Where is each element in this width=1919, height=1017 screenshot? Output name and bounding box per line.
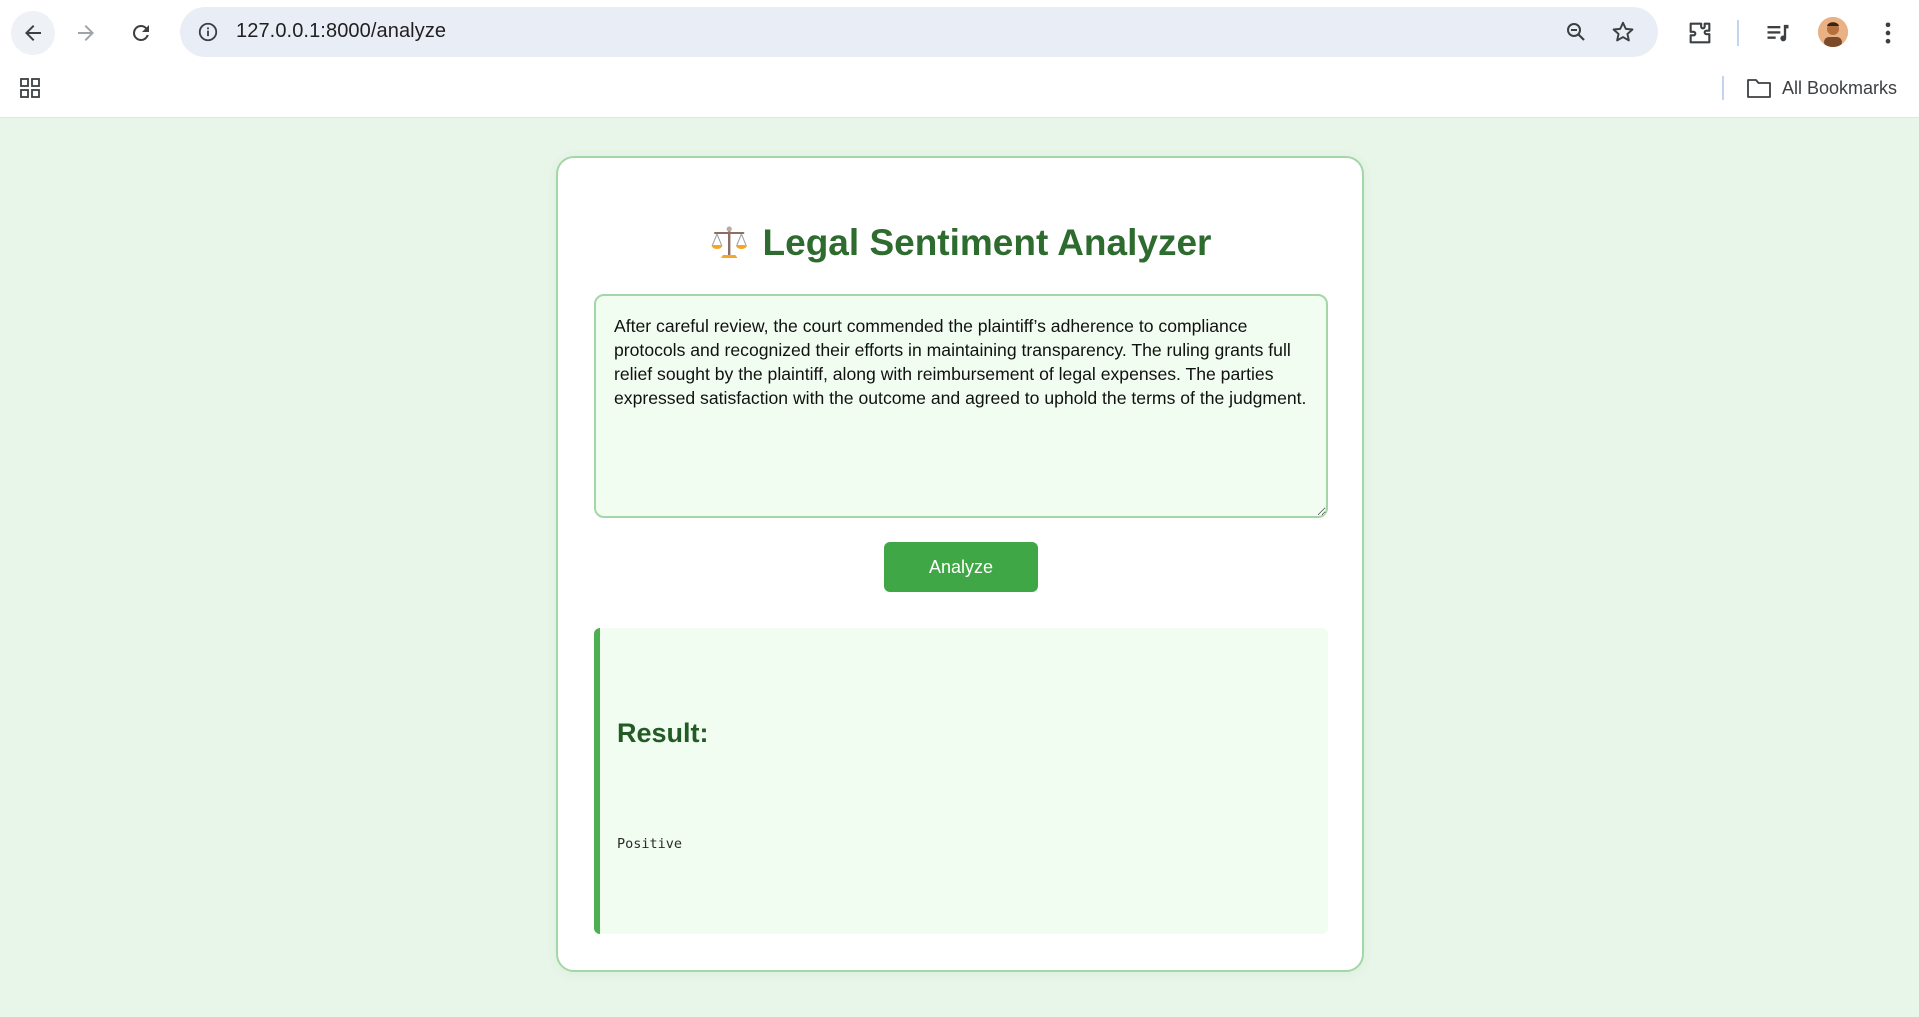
scales-icon <box>711 226 747 258</box>
all-bookmarks-button[interactable]: All Bookmarks <box>1746 73 1897 103</box>
reload-button[interactable] <box>119 11 163 55</box>
media-controls-icon[interactable] <box>1764 19 1792 47</box>
info-icon <box>198 22 218 42</box>
bookmarks-bar: All Bookmarks <box>0 68 1919 108</box>
url-text[interactable]: 127.0.0.1:8000/analyze <box>236 20 446 43</box>
browser-toolbar: 127.0.0.1:8000/analyze <box>0 0 1919 64</box>
forward-button[interactable] <box>64 11 108 55</box>
page-title-text: Legal Sentiment Analyzer <box>762 222 1212 263</box>
bookmark-star-icon[interactable] <box>1610 19 1636 45</box>
analyzer-card: Legal Sentiment Analyzer After careful r… <box>556 156 1364 972</box>
page-title: Legal Sentiment Analyzer <box>558 222 1362 264</box>
folder-icon <box>1747 79 1771 98</box>
result-panel: Result: Positive <box>594 628 1328 934</box>
back-button[interactable] <box>11 11 55 55</box>
apps-grid-icon[interactable] <box>18 76 42 100</box>
zoom-out-icon[interactable] <box>1564 20 1588 44</box>
profile-avatar[interactable] <box>1818 17 1848 47</box>
result-heading: Result: <box>617 718 709 748</box>
extensions-icon[interactable] <box>1686 19 1714 47</box>
analyze-button[interactable]: Analyze <box>884 542 1038 592</box>
address-bar[interactable]: 127.0.0.1:8000/analyze <box>180 7 1658 57</box>
site-info-button[interactable] <box>194 18 222 46</box>
all-bookmarks-label: All Bookmarks <box>1782 77 1898 98</box>
menu-kebab-icon[interactable] <box>1874 19 1902 47</box>
legal-text-input[interactable]: After careful review, the court commende… <box>594 294 1328 518</box>
bookmarks-divider <box>1722 76 1724 100</box>
result-value: Positive <box>617 836 683 852</box>
reload-icon <box>132 24 149 41</box>
browser-chrome: 127.0.0.1:8000/analyze All Bookmarks <box>0 0 1919 118</box>
arrow-left-icon <box>25 25 41 41</box>
arrow-right-icon <box>78 25 94 41</box>
toolbar-divider <box>1737 20 1739 46</box>
avatar-icon <box>1818 17 1848 47</box>
